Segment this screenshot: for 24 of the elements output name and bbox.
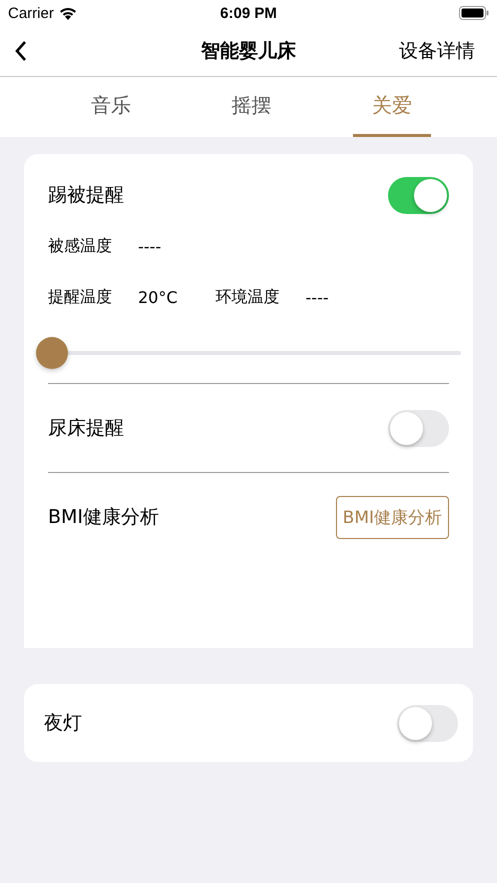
reading-label: 提醒温度	[48, 287, 112, 308]
toggle-switch[interactable]	[397, 704, 458, 742]
chevron-left-icon	[14, 39, 28, 63]
reading-value: ----	[306, 288, 329, 307]
bmi-analysis-button[interactable]: BMI健康分析	[336, 496, 449, 538]
carrier-name: Carrier	[8, 4, 54, 22]
setting-label: 夜灯	[44, 711, 82, 736]
setting-label: 踢被提醒	[48, 183, 124, 208]
wifi-icon	[58, 6, 77, 20]
reading-label: 被感温度	[48, 236, 112, 257]
tab[interactable]: 音乐	[72, 77, 150, 137]
setting-label: 尿床提醒	[48, 416, 124, 441]
reading-value: 20°C	[138, 288, 178, 307]
toggle-switch[interactable]	[388, 410, 449, 446]
device-details-button[interactable]: 设备详情	[399, 38, 475, 64]
tab[interactable]: 摇摆	[212, 77, 290, 137]
toggle-switch[interactable]	[388, 176, 449, 214]
page-title: 智能婴儿床	[201, 39, 296, 64]
reading-label: 环境温度	[216, 287, 280, 308]
status-time: 6:09 PM	[220, 4, 277, 22]
battery-icon	[458, 6, 489, 20]
reading-value: ----	[138, 237, 162, 256]
setting-label: BMI健康分析	[48, 505, 160, 530]
tab[interactable]: 关爱	[353, 77, 431, 137]
